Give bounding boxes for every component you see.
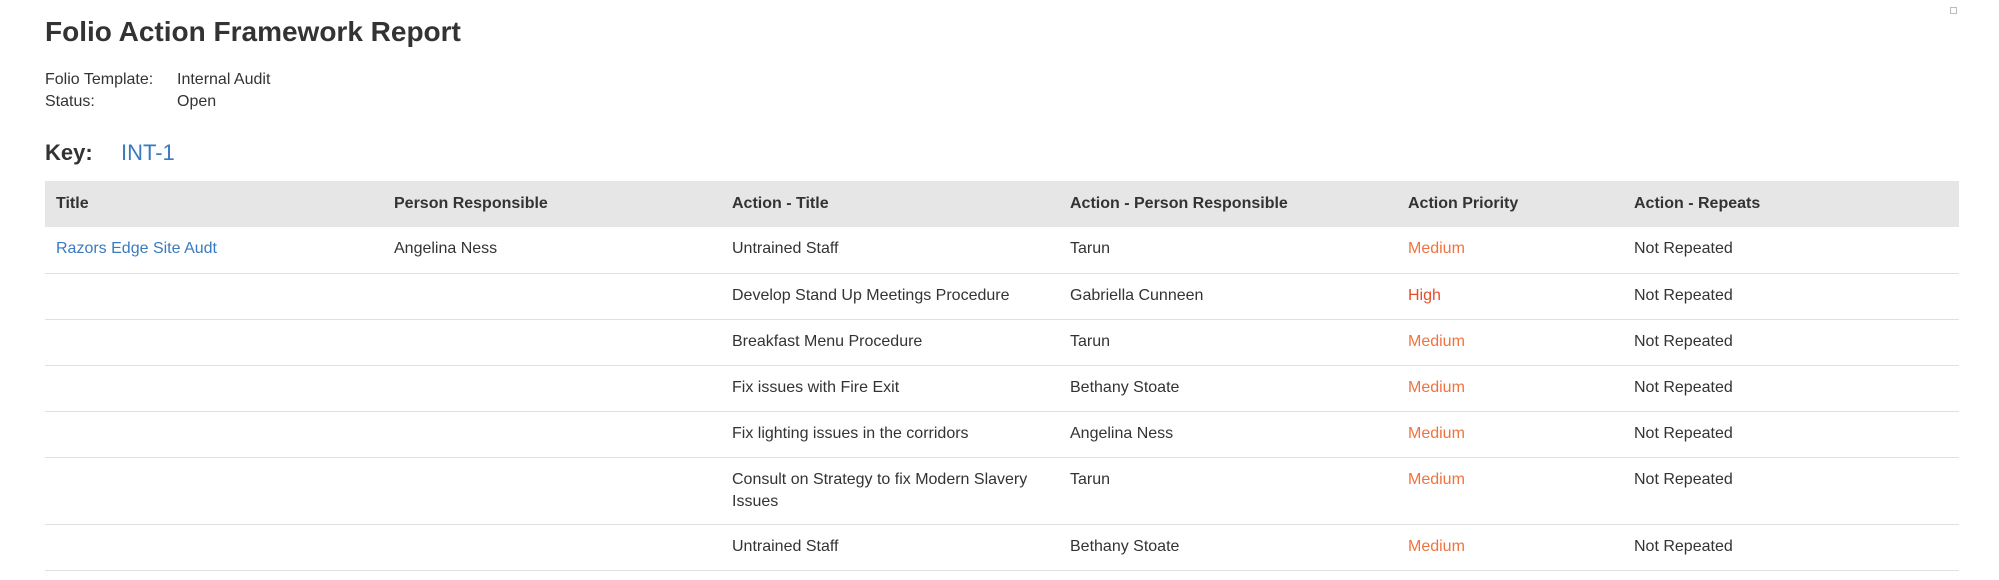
cell-action-priority: Medium (1397, 365, 1623, 412)
cell-person-responsible (383, 319, 721, 366)
column-header-title: Title (45, 181, 383, 227)
cell-person-responsible (383, 457, 721, 525)
column-header-action-priority: Action Priority (1397, 181, 1623, 227)
cell-action-title: Untrained Staff (721, 524, 1059, 571)
meta-label: Folio Template: (45, 71, 154, 88)
column-header-action-title: Action - Title (721, 181, 1059, 227)
cell-action-repeats: Not Repeated (1623, 273, 1959, 320)
table-row: Fix lighting issues in the corridors Ange… (45, 411, 1959, 458)
cell-action-person: Tarun (1059, 319, 1397, 366)
cell-person-responsible (383, 365, 721, 412)
cell-action-repeats: Not Repeated (1623, 227, 1959, 274)
cell-person-responsible (383, 524, 721, 571)
key-label: Key: (45, 140, 93, 165)
column-header-action-person: Action - Person Responsible (1059, 181, 1397, 227)
table-row: Untrained Staff Bethany Stoate Medium Not R… (45, 524, 1959, 571)
cell-person-responsible: Angelina Ness (383, 227, 721, 274)
cell-action-person: Tarun (1059, 227, 1397, 274)
actions-table: Title Person Responsible Action - Title Act… (45, 181, 1959, 571)
cell-action-repeats: Not Repeated (1623, 319, 1959, 366)
cell-action-title: Breakfast Menu Procedure (721, 319, 1059, 366)
cell-action-priority: Medium (1397, 227, 1623, 274)
key-row: Key: INT-1 (45, 140, 175, 166)
cell-action-person: Gabriella Cunneen (1059, 273, 1397, 320)
meta-value: Open (177, 93, 217, 110)
cell-title (45, 411, 383, 458)
meta-value: Internal Audit (177, 71, 271, 88)
cell-title: Razors Edge Site Audt (45, 227, 383, 274)
cell-action-person: Bethany Stoate (1059, 524, 1397, 571)
cell-action-priority: Medium (1397, 524, 1623, 571)
page-title: Folio Action Framework Report (45, 16, 461, 47)
table-row: Breakfast Menu Procedure Tarun Medium Not R… (45, 319, 1959, 366)
cell-action-priority: Medium (1397, 411, 1623, 458)
cell-action-repeats: Not Repeated (1623, 365, 1959, 412)
table-body: Razors Edge Site Audt Angelina Ness Untrai… (45, 227, 1959, 571)
title-link[interactable]: Razors Edge Site Audt (56, 240, 217, 257)
column-header-action-repeats: Action - Repeats (1623, 181, 1959, 227)
cell-action-title: Fix issues with Fire Exit (721, 365, 1059, 412)
cell-action-person: Tarun (1059, 457, 1397, 525)
actions-table-wrapper: Title Person Responsible Action - Title Act… (45, 181, 1959, 571)
window-corner-icon[interactable] (1950, 7, 1957, 14)
cell-action-person: Bethany Stoate (1059, 365, 1397, 412)
cell-title (45, 524, 383, 571)
cell-action-priority: High (1397, 273, 1623, 320)
cell-action-repeats: Not Repeated (1623, 411, 1959, 458)
cell-action-title: Develop Stand Up Meetings Procedure (721, 273, 1059, 320)
meta-row-status: Status: Open (45, 91, 270, 113)
cell-action-priority: Medium (1397, 457, 1623, 525)
key-link[interactable]: INT-1 (121, 140, 175, 166)
report-meta: Folio Template: Internal Audit Status: O… (45, 69, 270, 113)
cell-title (45, 365, 383, 412)
meta-label: Status: (45, 93, 95, 110)
cell-person-responsible (383, 273, 721, 320)
cell-title (45, 319, 383, 366)
table-row: Fix issues with Fire Exit Bethany Stoate M… (45, 365, 1959, 412)
cell-action-title: Untrained Staff (721, 227, 1059, 274)
table-row: Develop Stand Up Meetings Procedure Gabri… (45, 273, 1959, 320)
cell-action-title: Consult on Strategy to fix Modern Slaver… (721, 457, 1059, 525)
table-row: Razors Edge Site Audt Angelina Ness Untrai… (45, 227, 1959, 274)
cell-title (45, 457, 383, 525)
cell-action-person: Angelina Ness (1059, 411, 1397, 458)
table-header-row: Title Person Responsible Action - Title Act… (45, 181, 1959, 227)
column-header-person-responsible: Person Responsible (383, 181, 721, 227)
cell-title (45, 273, 383, 320)
cell-action-repeats: Not Repeated (1623, 457, 1959, 525)
cell-action-priority: Medium (1397, 319, 1623, 366)
cell-action-title: Fix lighting issues in the corridors (721, 411, 1059, 458)
cell-person-responsible (383, 411, 721, 458)
cell-action-repeats: Not Repeated (1623, 524, 1959, 571)
meta-row-folio-template: Folio Template: Internal Audit (45, 69, 270, 91)
table-row: Consult on Strategy to fix Modern Slaver… (45, 457, 1959, 525)
